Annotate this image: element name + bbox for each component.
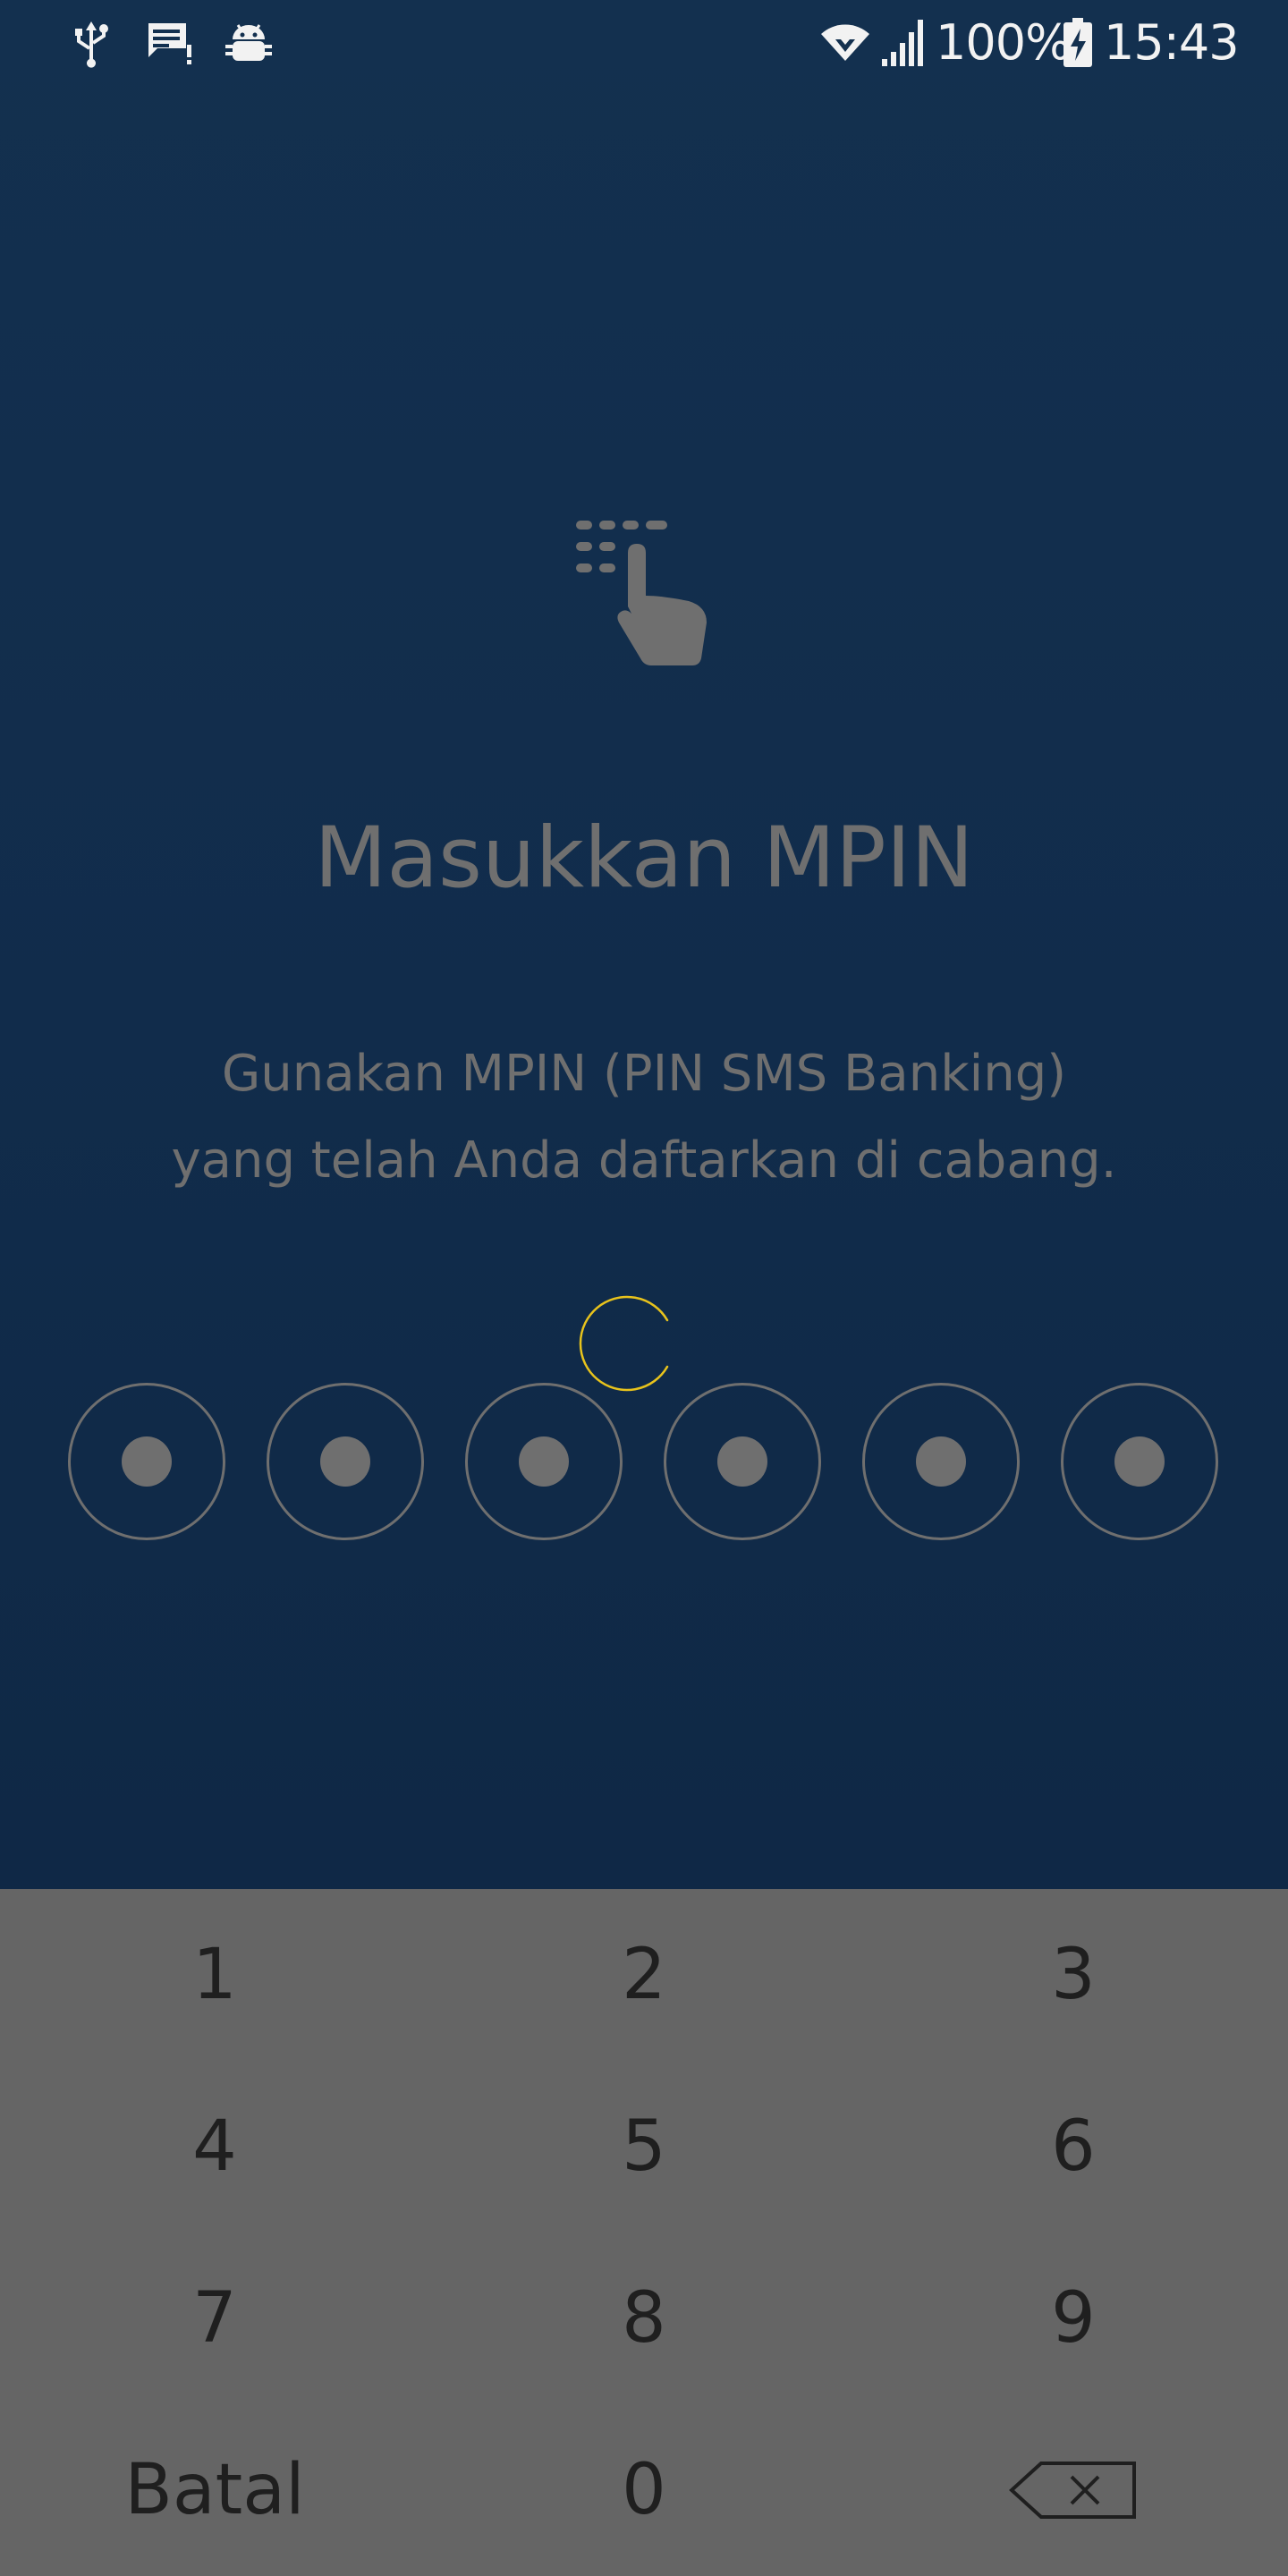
pin-dot <box>916 1436 966 1487</box>
key-9[interactable]: 9 <box>859 2233 1288 2404</box>
clock: 15:43 <box>1104 14 1240 71</box>
key-0[interactable]: 0 <box>429 2404 859 2576</box>
key-6[interactable]: 6 <box>859 2061 1288 2233</box>
pin-slot-4 <box>664 1383 821 1540</box>
pin-dot <box>320 1436 370 1487</box>
subtitle-line-1: Gunakan MPIN (PIN SMS Banking) <box>221 1045 1067 1103</box>
cancel-button[interactable]: Batal <box>0 2404 429 2576</box>
pin-slot-5 <box>862 1383 1020 1540</box>
status-bar: 100% 15:43 <box>0 0 1288 86</box>
backspace-button[interactable] <box>859 2404 1288 2576</box>
key-1[interactable]: 1 <box>0 1889 429 2061</box>
key-8[interactable]: 8 <box>429 2233 859 2404</box>
key-3[interactable]: 3 <box>859 1889 1288 2061</box>
battery-percent: 100% <box>936 14 1071 71</box>
key-7[interactable]: 7 <box>0 2233 429 2404</box>
backspace-icon <box>1009 2462 1136 2519</box>
pin-slot-3 <box>465 1383 623 1540</box>
loading-spinner <box>579 1295 669 1392</box>
android-debug-icon <box>225 24 272 61</box>
page-subtitle: Gunakan MPIN (PIN SMS Banking) yang tela… <box>0 1030 1288 1204</box>
pin-slot-6 <box>1061 1383 1218 1540</box>
pin-dot <box>122 1436 172 1487</box>
subtitle-line-2: yang telah Anda daftarkan di cabang. <box>171 1131 1117 1190</box>
pin-slot-2 <box>267 1383 424 1540</box>
pin-dot <box>717 1436 767 1487</box>
pin-dot <box>519 1436 569 1487</box>
battery-charging-icon <box>1063 18 1092 67</box>
numeric-keypad: 1 2 3 4 5 6 7 8 9 Batal 0 <box>0 1889 1288 2576</box>
cell-signal-icon <box>882 20 923 66</box>
pin-indicator-row <box>0 1383 1288 1547</box>
page-title: Masukkan MPIN <box>314 809 974 907</box>
key-4[interactable]: 4 <box>0 2061 429 2233</box>
usb-icon <box>75 21 108 68</box>
keypad-touch-icon <box>576 521 707 665</box>
key-5[interactable]: 5 <box>429 2061 859 2233</box>
message-alert-icon <box>147 23 191 64</box>
pin-dot <box>1114 1436 1165 1487</box>
pin-slot-1 <box>68 1383 225 1540</box>
key-2[interactable]: 2 <box>429 1889 859 2061</box>
wifi-icon <box>821 24 869 61</box>
